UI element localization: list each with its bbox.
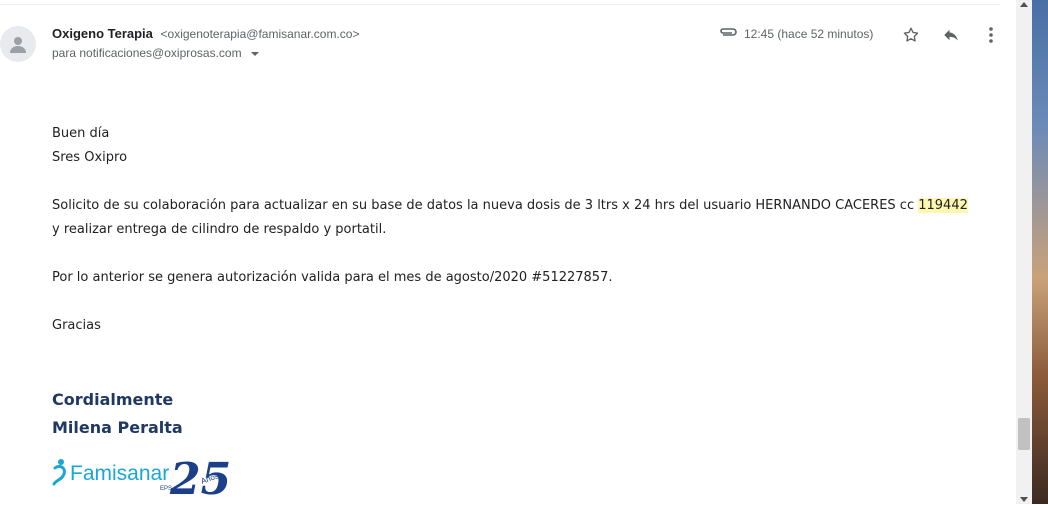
email-body: Buen día Sres Oxipro Solicito de su cola…	[52, 122, 972, 338]
message-time[interactable]: 12:45 (hace 52 minutos)	[744, 27, 873, 41]
message-meta: 12:45 (hace 52 minutos)	[718, 26, 873, 41]
request-paragraph: Solicito de su colaboración para actuali…	[52, 194, 972, 242]
desktop-background	[1032, 0, 1048, 504]
signature-name: Milena Peralta	[52, 418, 183, 437]
recipient-line[interactable]: para notificaciones@oxiprosas.com	[52, 46, 259, 60]
recipient-text: para notificaciones@oxiprosas.com	[52, 46, 242, 60]
figure-mark	[52, 459, 66, 486]
greeting-line: Sres Oxipro	[52, 150, 128, 165]
signature-line: Cordialmente	[52, 390, 174, 409]
sender-name[interactable]: Oxigeno Terapia	[52, 26, 153, 41]
logo-brand: Famisanar	[70, 462, 169, 485]
scroll-up-arrow-icon[interactable]	[1020, 2, 1028, 7]
paragraph-text: y realizar entrega de cilindro de respal…	[52, 222, 387, 237]
paperclip-icon	[718, 26, 738, 41]
scrollbar-thumb[interactable]	[1018, 418, 1030, 450]
closing-line: Gracias	[52, 318, 101, 333]
paragraph-text: Solicito de su colaboración para actuali…	[52, 198, 919, 213]
header-divider	[0, 4, 1000, 5]
scroll-down-arrow-icon[interactable]	[1020, 497, 1028, 502]
avatar[interactable]	[0, 26, 36, 62]
reply-icon[interactable]	[940, 24, 962, 46]
sender-email: <oxigenoterapia@famisanar.com.co>	[160, 27, 360, 41]
person-icon	[10, 37, 26, 53]
greeting-line: Buen día	[52, 126, 110, 141]
star-icon[interactable]	[900, 24, 922, 46]
sender-line: Oxigeno Terapia <oxigenoterapia@famisana…	[52, 26, 360, 41]
authorization-paragraph: Por lo anterior se genera autorización v…	[52, 270, 613, 285]
highlighted-id: 119442	[918, 198, 968, 213]
chevron-down-icon[interactable]	[250, 51, 259, 56]
more-vert-icon[interactable]	[980, 24, 1002, 46]
signature: Cordialmente Milena Peralta	[52, 386, 183, 442]
scrollbar[interactable]	[1016, 0, 1032, 504]
famisanar-logo: Famisanar EPS 25 Años	[52, 446, 242, 505]
